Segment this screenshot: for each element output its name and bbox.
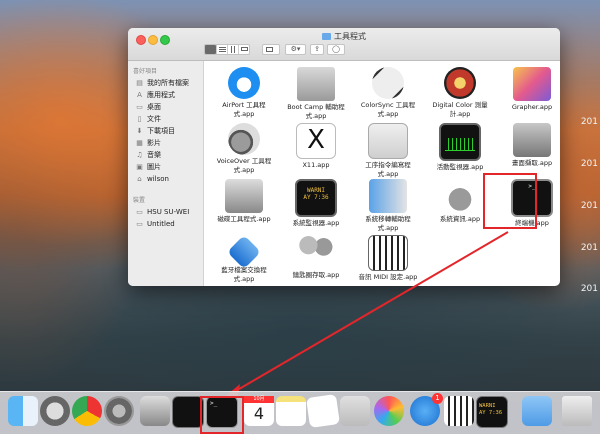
dock-disk-utility-icon[interactable]	[140, 396, 170, 426]
dock-audio-midi-icon[interactable]	[444, 396, 474, 426]
dock-downloads-folder-icon[interactable]	[522, 396, 552, 426]
dock-notes-icon[interactable]	[276, 396, 306, 426]
dock-preview-icon[interactable]	[340, 396, 370, 426]
calendar-day: 4	[253, 404, 265, 423]
highlight-box-terminal	[483, 173, 537, 229]
dock-photos-icon[interactable]	[374, 396, 404, 426]
dock-app-store-icon[interactable]: 1	[410, 393, 443, 426]
calendar-month: 10月	[244, 396, 274, 403]
arrow-line	[233, 231, 509, 393]
dock-console-icon[interactable]: WARNI AY 7:36	[476, 396, 508, 428]
console-warning-text: WARNI AY 7:36	[479, 403, 503, 416]
dock-finder-icon[interactable]	[8, 396, 38, 426]
dock-launchpad-icon[interactable]	[40, 396, 70, 426]
dock: >_ 10月 4 1 WARNI AY 7:36	[0, 391, 600, 434]
dock-system-preferences-icon[interactable]	[104, 396, 134, 426]
highlight-box-dock-terminal	[200, 396, 244, 434]
dock-textedit-icon[interactable]	[306, 394, 340, 428]
dock-calendar-icon[interactable]: 10月 4	[244, 396, 274, 426]
dock-chrome-icon[interactable]	[72, 396, 102, 426]
dock-trash-icon[interactable]	[562, 396, 592, 426]
notification-badge: 1	[432, 393, 443, 404]
